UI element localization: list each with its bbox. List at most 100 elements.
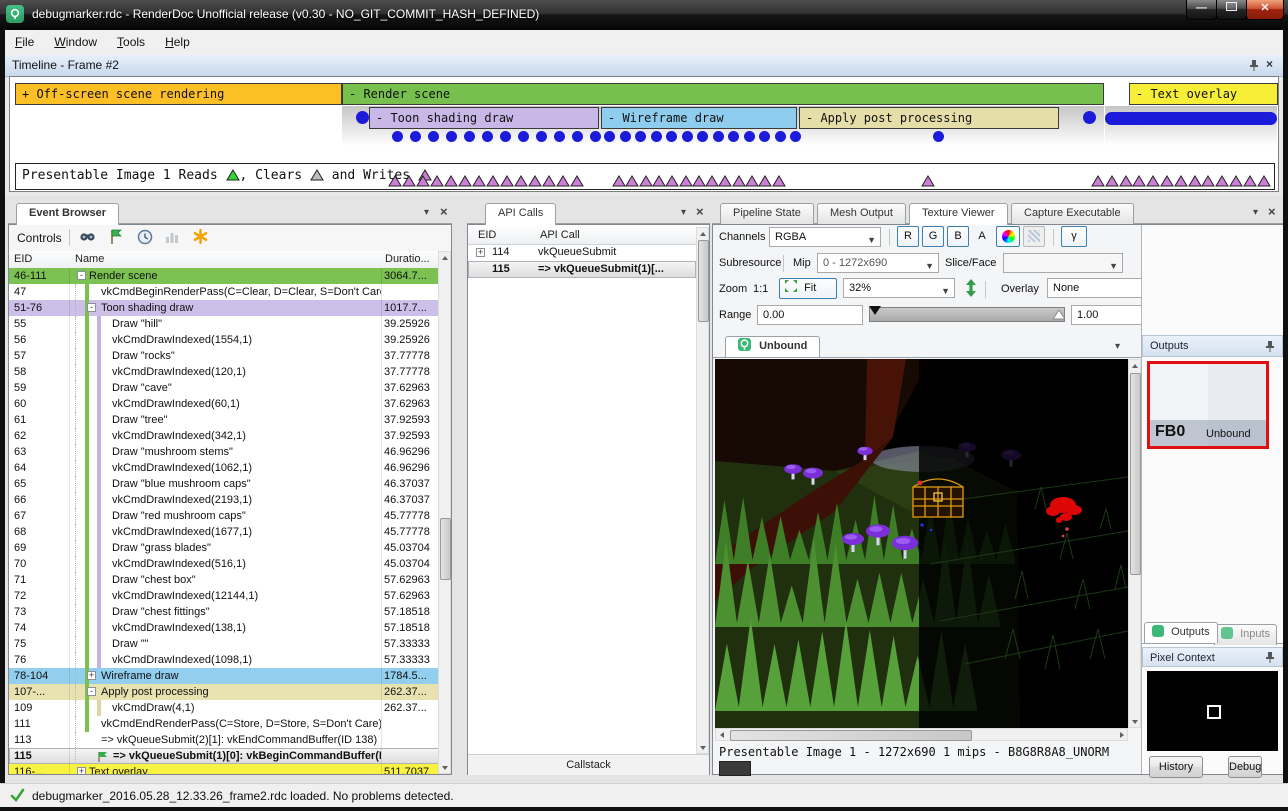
pixel-context-view[interactable] xyxy=(1147,671,1278,751)
timeline-event-dot[interactable] xyxy=(759,131,770,142)
event-row[interactable]: 69Draw "grass blades"45.03704 xyxy=(9,540,438,556)
event-row[interactable]: 76vkCmdDrawIndexed(1098,1)57.33333 xyxy=(9,652,438,668)
timeline-event-dot[interactable] xyxy=(933,131,944,142)
expander-expand[interactable]: + xyxy=(77,767,86,774)
expander-expand[interactable]: + xyxy=(476,248,485,257)
timeline-event-dot[interactable] xyxy=(713,131,724,142)
tab-pipeline-state[interactable]: Pipeline State xyxy=(720,203,814,224)
event-row[interactable]: 60vkCmdDrawIndexed(60,1)37.62963 xyxy=(9,396,438,412)
menu-window[interactable]: Window xyxy=(44,30,107,53)
timeline-marker-bar[interactable]: - Apply post processing xyxy=(799,107,1059,129)
timeline-event-dot[interactable] xyxy=(604,131,615,142)
tab-inputs[interactable]: Inputs xyxy=(1214,624,1277,645)
chevron-down-icon[interactable]: ▾ xyxy=(1253,207,1258,218)
timeline-event-dot[interactable] xyxy=(536,131,547,142)
timeline-event-dot[interactable] xyxy=(728,131,739,142)
timeline-body[interactable]: + Off-screen scene rendering- Render sce… xyxy=(9,76,1279,192)
expander-collapse[interactable]: - xyxy=(87,687,96,696)
event-row[interactable]: 51-76-Toon shading draw1017.7... xyxy=(9,300,438,316)
timeline-event-dot[interactable] xyxy=(410,131,421,142)
event-row[interactable]: 116-...+Text overlay511.7037 xyxy=(9,764,438,774)
event-row[interactable]: 67Draw "red mushroom caps"45.77778 xyxy=(9,508,438,524)
event-row[interactable]: 47vkCmdBeginRenderPass(C=Clear, D=Clear,… xyxy=(9,284,438,300)
flip-vertical-icon[interactable] xyxy=(965,279,977,300)
close-icon[interactable]: × xyxy=(1266,57,1273,71)
col-eid[interactable]: EID xyxy=(14,253,32,265)
pin-icon[interactable] xyxy=(1265,651,1275,671)
maximize-button[interactable] xyxy=(1216,0,1247,20)
timeline-marker-bar[interactable]: - Render scene xyxy=(342,83,1104,105)
event-row[interactable]: 75Draw ""57.33333 xyxy=(9,636,438,652)
col-eid[interactable]: EID xyxy=(478,229,496,241)
api-calls-scrollbar[interactable] xyxy=(696,227,709,754)
event-row[interactable]: 115=> vkQueueSubmit(1)[0]: vkBeginComman… xyxy=(9,748,438,764)
tab-event-browser[interactable]: Event Browser xyxy=(16,203,119,225)
event-row[interactable]: 111vkCmdEndRenderPass(C=Store, D=Store, … xyxy=(9,716,438,732)
clock-icon[interactable] xyxy=(137,229,153,248)
timeline-event-dot[interactable] xyxy=(635,131,646,142)
event-row[interactable]: 65Draw "blue mushroom caps"46.37037 xyxy=(9,476,438,492)
event-row[interactable]: 61Draw "tree"37.92593 xyxy=(9,412,438,428)
timeline-event-dot[interactable] xyxy=(790,131,801,142)
channel-blue-button[interactable]: B xyxy=(947,226,969,247)
event-row[interactable]: 66vkCmdDrawIndexed(2193,1)46.37037 xyxy=(9,492,438,508)
event-row[interactable]: 62vkCmdDrawIndexed(342,1)37.92593 xyxy=(9,428,438,444)
event-row[interactable]: 109vkCmdDraw(4,1)262.37... xyxy=(9,700,438,716)
timeline-event-dot[interactable] xyxy=(744,131,755,142)
event-row[interactable]: 73Draw "chest fittings"57.18518 xyxy=(9,604,438,620)
event-row[interactable]: 68vkCmdDrawIndexed(1677,1)45.77778 xyxy=(9,524,438,540)
tab-unbound-texture[interactable]: Unbound xyxy=(725,336,820,357)
timeline-marker-bar[interactable]: - Text overlay xyxy=(1129,83,1278,105)
expander-collapse[interactable]: - xyxy=(77,271,86,280)
event-row[interactable]: 72vkCmdDrawIndexed(12144,1)57.62963 xyxy=(9,588,438,604)
bookmark-flag-icon[interactable] xyxy=(107,228,125,249)
timeline-event-dot[interactable] xyxy=(666,131,677,142)
timeline-event-dot[interactable] xyxy=(572,131,583,142)
close-icon[interactable]: × xyxy=(440,205,448,219)
slice-face-select[interactable]: ▼ xyxy=(1003,253,1123,273)
event-row[interactable]: 74vkCmdDrawIndexed(138,1)57.18518 xyxy=(9,620,438,636)
range-white-handle[interactable] xyxy=(1053,310,1065,323)
timeline-event-dot[interactable] xyxy=(620,131,631,142)
timeline-event-dot[interactable] xyxy=(1083,111,1096,124)
timeline-event-dot[interactable] xyxy=(651,131,662,142)
event-row[interactable]: 113=> vkQueueSubmit(2)[1]: vkEndCommandB… xyxy=(9,732,438,748)
range-slider[interactable] xyxy=(869,307,1065,322)
checker-background-button[interactable] xyxy=(1023,226,1045,247)
expander-collapse[interactable]: - xyxy=(87,303,96,312)
event-row[interactable]: 107-...-Apply post processing262.37... xyxy=(9,684,438,700)
api-call-row[interactable]: +114vkQueueSubmit xyxy=(468,244,696,261)
channel-red-button[interactable]: R xyxy=(897,226,919,247)
close-icon[interactable]: × xyxy=(1268,205,1276,219)
event-browser-scrollbar[interactable] xyxy=(438,251,451,774)
event-row[interactable]: 64vkCmdDrawIndexed(1062,1)46.96296 xyxy=(9,460,438,476)
col-name[interactable]: Name xyxy=(75,253,104,265)
timeline-event-dot[interactable] xyxy=(464,131,475,142)
timeline-marker-bar[interactable]: + Off-screen scene rendering xyxy=(15,83,342,105)
timeline-event-dot[interactable] xyxy=(697,131,708,142)
event-row[interactable]: 46-111-Render scene3064.7... xyxy=(9,268,438,284)
scrollbar-thumb[interactable] xyxy=(698,240,709,322)
menu-file[interactable]: File xyxy=(5,30,44,53)
tab-api-calls[interactable]: API Calls xyxy=(485,203,556,225)
timeline-event-dot[interactable] xyxy=(446,131,457,142)
col-duration[interactable]: Duratio... xyxy=(385,253,430,265)
menu-tools[interactable]: Tools xyxy=(107,30,155,53)
debug-button[interactable]: Debug xyxy=(1228,756,1262,778)
zoom-1to1-button[interactable]: 1:1 xyxy=(753,279,768,299)
zoom-select[interactable]: 32%▼ xyxy=(843,278,955,298)
timeline-event-dot[interactable] xyxy=(682,131,693,142)
scrollbar-thumb[interactable] xyxy=(440,518,451,580)
event-row[interactable]: 56vkCmdDrawIndexed(1554,1)39.25926 xyxy=(9,332,438,348)
tab-outputs[interactable]: Outputs xyxy=(1144,622,1218,643)
tab-capture-executable[interactable]: Capture Executable xyxy=(1011,203,1134,224)
event-row[interactable]: 57Draw "rocks"37.77778 xyxy=(9,348,438,364)
event-row[interactable]: 78-104+Wireframe draw1784.5... xyxy=(9,668,438,684)
find-icon[interactable] xyxy=(79,229,97,249)
output-thumbnail-fb0[interactable]: FB0 Unbound xyxy=(1147,361,1269,449)
chevron-down-icon[interactable]: ▾ xyxy=(1115,341,1120,352)
range-black-handle[interactable] xyxy=(869,306,881,319)
texture-hscrollbar[interactable] xyxy=(715,728,1128,741)
scrollbar-thumb[interactable] xyxy=(1130,373,1141,575)
chevron-down-icon[interactable]: ▾ xyxy=(681,207,686,218)
